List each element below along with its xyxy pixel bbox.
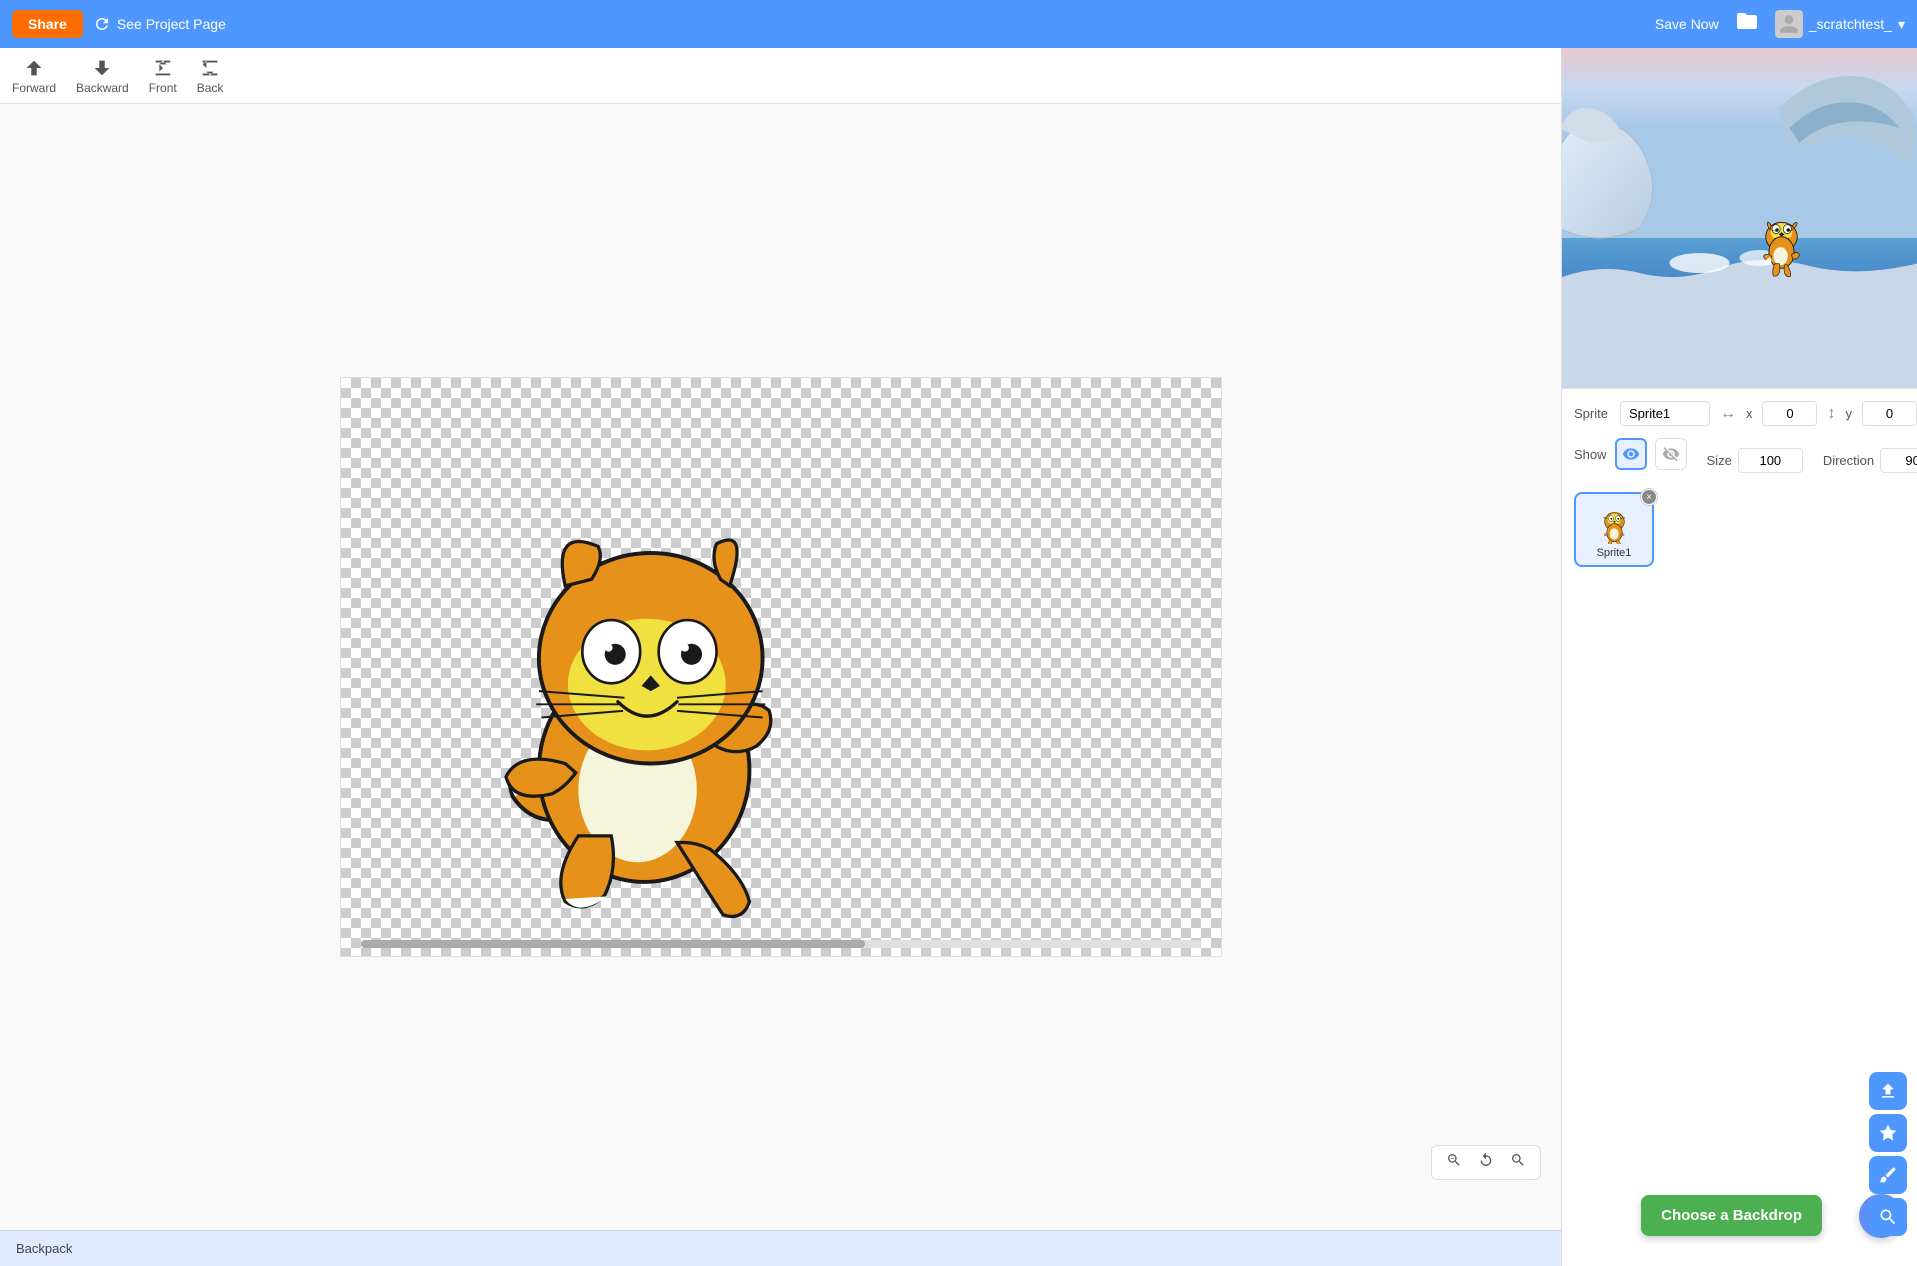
backward-icon xyxy=(91,57,113,79)
see-project-label: See Project Page xyxy=(117,16,226,32)
dropdown-arrow: ▾ xyxy=(1898,16,1905,33)
backward-label: Backward xyxy=(76,81,129,95)
forward-icon xyxy=(23,57,45,79)
show-size-row: Show xyxy=(1574,438,1917,482)
sprite-name-input[interactable] xyxy=(1620,401,1710,426)
size-label: Size xyxy=(1707,453,1732,468)
paint-action-button[interactable] xyxy=(1869,1156,1907,1194)
yz-arrows-icon: ↕ xyxy=(1827,405,1835,423)
search-action-button[interactable] xyxy=(1869,1198,1907,1236)
sprite-info-row: Sprite ↔ x ↕ y xyxy=(1574,401,1917,426)
show-row: Show xyxy=(1574,438,1687,470)
user-area[interactable]: _scratchtest_ ▾ xyxy=(1775,10,1905,38)
user-avatar xyxy=(1775,10,1803,38)
show-label: Show xyxy=(1574,447,1607,462)
star-action-button[interactable] xyxy=(1869,1114,1907,1152)
see-project-button[interactable]: See Project Page xyxy=(93,15,226,33)
y-label: y xyxy=(1845,406,1852,421)
upload-icon xyxy=(1878,1081,1898,1101)
delete-icon: × xyxy=(1642,490,1656,504)
toolbar-item-forward[interactable]: Forward xyxy=(12,57,56,95)
toolbar-item-back[interactable]: Back xyxy=(197,57,224,95)
zoom-controls xyxy=(1431,1145,1541,1180)
zoom-reset-button[interactable] xyxy=(1472,1150,1500,1175)
sprite-delete-button[interactable]: × xyxy=(1640,488,1658,506)
xy-arrows-icon: ↔ xyxy=(1720,405,1736,423)
backpack-label: Backpack xyxy=(16,1241,72,1256)
folder-icon[interactable] xyxy=(1735,9,1759,39)
zoom-in-icon xyxy=(1510,1152,1526,1168)
sprite-thumb-sprite1[interactable]: × xyxy=(1574,492,1654,567)
refresh-icon xyxy=(93,15,111,33)
x-label: x xyxy=(1746,406,1753,421)
direction-input[interactable] xyxy=(1880,448,1917,473)
zoom-out-button[interactable] xyxy=(1440,1150,1468,1175)
navbar-right: Save Now _scratchtest_ ▾ xyxy=(1655,9,1905,39)
zoom-out-icon xyxy=(1446,1152,1462,1168)
username-label: _scratchtest_ xyxy=(1809,16,1892,32)
scratch-cat-sprite xyxy=(431,428,831,928)
avatar-icon xyxy=(1778,13,1800,35)
eye-slash-icon xyxy=(1662,445,1680,463)
editor-panel: Forward Backward Front Back xyxy=(0,48,1562,1266)
arctic-scene xyxy=(1562,48,1917,388)
paint-icon xyxy=(1878,1165,1898,1185)
main-layout: Forward Backward Front Back xyxy=(0,48,1917,1266)
direction-group: Direction xyxy=(1823,448,1917,473)
sprite-thumb-image xyxy=(1589,500,1639,545)
forward-label: Forward xyxy=(12,81,56,95)
size-group: Size xyxy=(1707,448,1803,473)
backpack-bar[interactable]: Backpack xyxy=(0,1230,1561,1266)
stage-col: Sprite ↔ x ↕ y Show xyxy=(1562,388,1917,1266)
save-now-button[interactable]: Save Now xyxy=(1655,16,1719,32)
sprite-label: Sprite xyxy=(1574,406,1608,421)
front-icon xyxy=(152,57,174,79)
zoom-in-button[interactable] xyxy=(1504,1150,1532,1175)
canvas-scrollbar[interactable] xyxy=(361,940,1201,948)
search-icon xyxy=(1878,1207,1898,1227)
sprite-panel: Sprite ↔ x ↕ y Show xyxy=(1562,388,1917,1266)
canvas-container xyxy=(0,104,1561,1230)
show-hidden-button[interactable] xyxy=(1655,438,1687,470)
folder-svg xyxy=(1735,9,1759,33)
back-icon xyxy=(199,57,221,79)
arctic-background xyxy=(1562,48,1917,388)
right-panel: Sprite ↔ x ↕ y Show xyxy=(1562,48,1917,1266)
stage-preview xyxy=(1562,48,1917,388)
canvas-wrapper xyxy=(340,377,1222,957)
back-label: Back xyxy=(197,81,224,95)
size-input[interactable] xyxy=(1738,448,1803,473)
canvas-scrollbar-thumb xyxy=(361,940,865,948)
y-coord-input[interactable] xyxy=(1862,401,1917,426)
zoom-reset-icon xyxy=(1478,1152,1494,1168)
star-icon xyxy=(1878,1123,1898,1143)
navbar: Share See Project Page Save Now _scratch… xyxy=(0,0,1917,48)
right-content: Sprite ↔ x ↕ y Show xyxy=(1562,388,1917,1266)
toolbar-item-backward[interactable]: Backward xyxy=(76,57,129,95)
x-coord-input[interactable] xyxy=(1762,401,1817,426)
share-button[interactable]: Share xyxy=(12,10,83,38)
toolbar: Forward Backward Front Back xyxy=(0,48,1561,104)
sprite1-thumbnail xyxy=(1592,502,1637,544)
choose-backdrop-button[interactable]: Choose a Backdrop xyxy=(1641,1195,1822,1236)
front-label: Front xyxy=(149,81,177,95)
direction-label: Direction xyxy=(1823,453,1874,468)
side-action-buttons xyxy=(1869,1072,1907,1236)
sprite1-label: Sprite1 xyxy=(1597,547,1632,559)
show-visible-button[interactable] xyxy=(1615,438,1647,470)
eye-icon xyxy=(1622,445,1640,463)
upload-action-button[interactable] xyxy=(1869,1072,1907,1110)
toolbar-item-front[interactable]: Front xyxy=(149,57,177,95)
sprites-list: × xyxy=(1574,492,1917,567)
